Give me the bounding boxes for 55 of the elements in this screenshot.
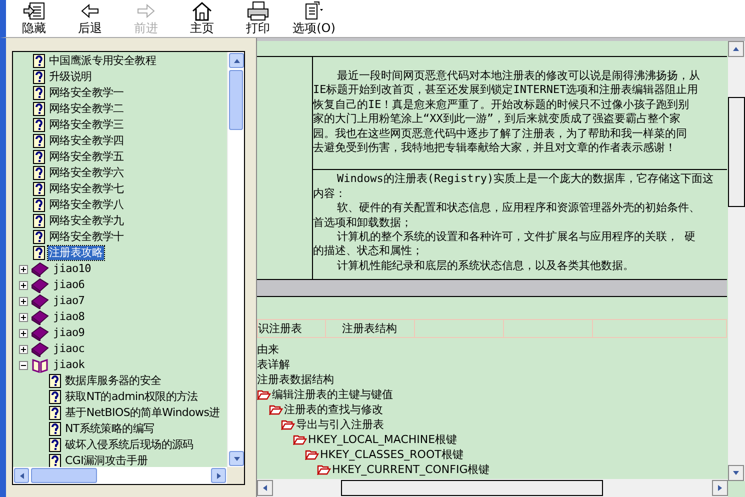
- tree-topic-item[interactable]: 网络安全教学五: [48, 150, 125, 164]
- nav-link-cell[interactable]: 注册表结构: [326, 320, 415, 338]
- toolbar-button[interactable]: 后退: [62, 0, 118, 37]
- outline-link[interactable]: 编辑注册表的主键与键值: [272, 388, 393, 402]
- article-text-line: 内容：: [313, 186, 347, 202]
- tree-book-item[interactable]: jiaok: [52, 358, 86, 372]
- tree-topic-item[interactable]: 中国鹰派专用安全教程: [48, 54, 158, 68]
- tree-topic-item[interactable]: 网络安全教学三: [48, 118, 125, 132]
- article-text-line: 恢复自己的IE！真是愈来愈严重了。开始改标题的时候只不过像小孩子跑到别: [313, 98, 690, 112]
- outline-link[interactable]: 由来: [257, 342, 279, 357]
- article-text-line: 首选项和卸载数据；: [313, 216, 413, 230]
- tree-topic-item[interactable]: 网络安全教学四: [48, 134, 125, 148]
- tree-topic-item[interactable]: 网络安全教学十: [48, 230, 125, 244]
- tree-book-item[interactable]: jiao10: [52, 262, 92, 276]
- tree-topic-item[interactable]: 获取NT的admin权限的方法: [64, 390, 199, 404]
- tree-book-item[interactable]: jiao8: [52, 310, 86, 324]
- article-text-line: Windows的注册表(Registry)实质上是一个庞大的数据库，它存储这下面这: [336, 172, 715, 187]
- tree-topic-item[interactable]: 网络安全教学九: [48, 214, 125, 228]
- tree-topic-item[interactable]: 网络安全教学一: [48, 86, 125, 100]
- outline-link[interactable]: HKEY_CLASSES_ROOT根键: [320, 448, 464, 462]
- tree-topic-item[interactable]: 数据库服务器的安全: [64, 374, 162, 388]
- toolbar-button[interactable]: 选项(O): [286, 0, 342, 37]
- tree-topic-item[interactable]: 破坏入侵系统后现场的源码: [64, 438, 194, 452]
- article-text-line: 园。我也在这些网页恶意代码中逐步了解了注册表，为了帮助和我一样菜的同: [313, 126, 688, 142]
- outline-link[interactable]: HKEY_CURRENT_CONFIG根键: [332, 462, 490, 477]
- tree-topic-item[interactable]: 注册表攻略: [48, 246, 104, 260]
- tree-book-item[interactable]: jiaoc: [52, 342, 86, 356]
- tree-topic-item[interactable]: 网络安全教学六: [48, 166, 125, 180]
- article-text-line: 最近一段时间网页恶意代码对本地注册表的修改可以说是闹得沸沸扬扬，从: [336, 69, 701, 84]
- tree-topic-item[interactable]: 基于NetBIOS的简单Windows进: [64, 406, 221, 420]
- nav-link-cell[interactable]: 识注册表: [258, 320, 326, 338]
- tree-topic-item[interactable]: 升级说明: [48, 70, 93, 84]
- article-text-line: 计算机的整个系统的设置和各种许可，文件扩展名与应用程序的关联， 硬: [336, 230, 697, 244]
- outline-link[interactable]: 注册表的查找与修改: [284, 402, 383, 417]
- toolbar-button[interactable]: 打印: [230, 0, 286, 37]
- toolbar-button[interactable]: 隐藏: [6, 0, 62, 37]
- toolbar-button[interactable]: 主页: [174, 0, 230, 37]
- article-text-line: 家的大门上用粉笔涂上“XX到此一游”，到后来就变质成了强盗要霸占整个家: [313, 112, 682, 127]
- tree-book-item[interactable]: jiao9: [52, 326, 86, 340]
- article-text-line: 软、硬件的有关配置和状态信息，应用程序和资源管理器外壳的初始条件、: [336, 201, 701, 216]
- outline-link[interactable]: 表详解: [257, 358, 290, 372]
- outline-link[interactable]: 导出与引入注册表: [296, 418, 384, 432]
- tree-book-item[interactable]: jiao6: [52, 278, 86, 292]
- article-text-line: 的描述、状态和属性；: [313, 244, 424, 259]
- tree-topic-item[interactable]: NT系统策略的编写: [64, 422, 156, 436]
- outline-link[interactable]: HKEY_LOCAL_MACHINE根键: [308, 432, 458, 447]
- article-text-line: 计算机性能纪录和底层的系统状态信息，以及各类其他数据。: [336, 258, 635, 274]
- tree-topic-item[interactable]: 网络安全教学二: [48, 102, 125, 116]
- article-text-line: IE标题开始到改首页，甚至还发展到锁定INTERNET选项和注册表编辑器阻止用: [313, 83, 700, 98]
- tree-topic-item[interactable]: CGI漏洞攻击手册: [64, 454, 149, 467]
- outline-link[interactable]: 注册表数据结构: [257, 372, 334, 387]
- tree-topic-item[interactable]: 网络安全教学七: [48, 182, 125, 196]
- tree-topic-item[interactable]: 网络安全教学八: [48, 198, 125, 212]
- tree-book-item[interactable]: jiao7: [52, 294, 86, 308]
- article-text-line: 去避免受到伤害，我特地把专辑奉献给大家，并且对文章的作者表示感谢！: [313, 141, 677, 156]
